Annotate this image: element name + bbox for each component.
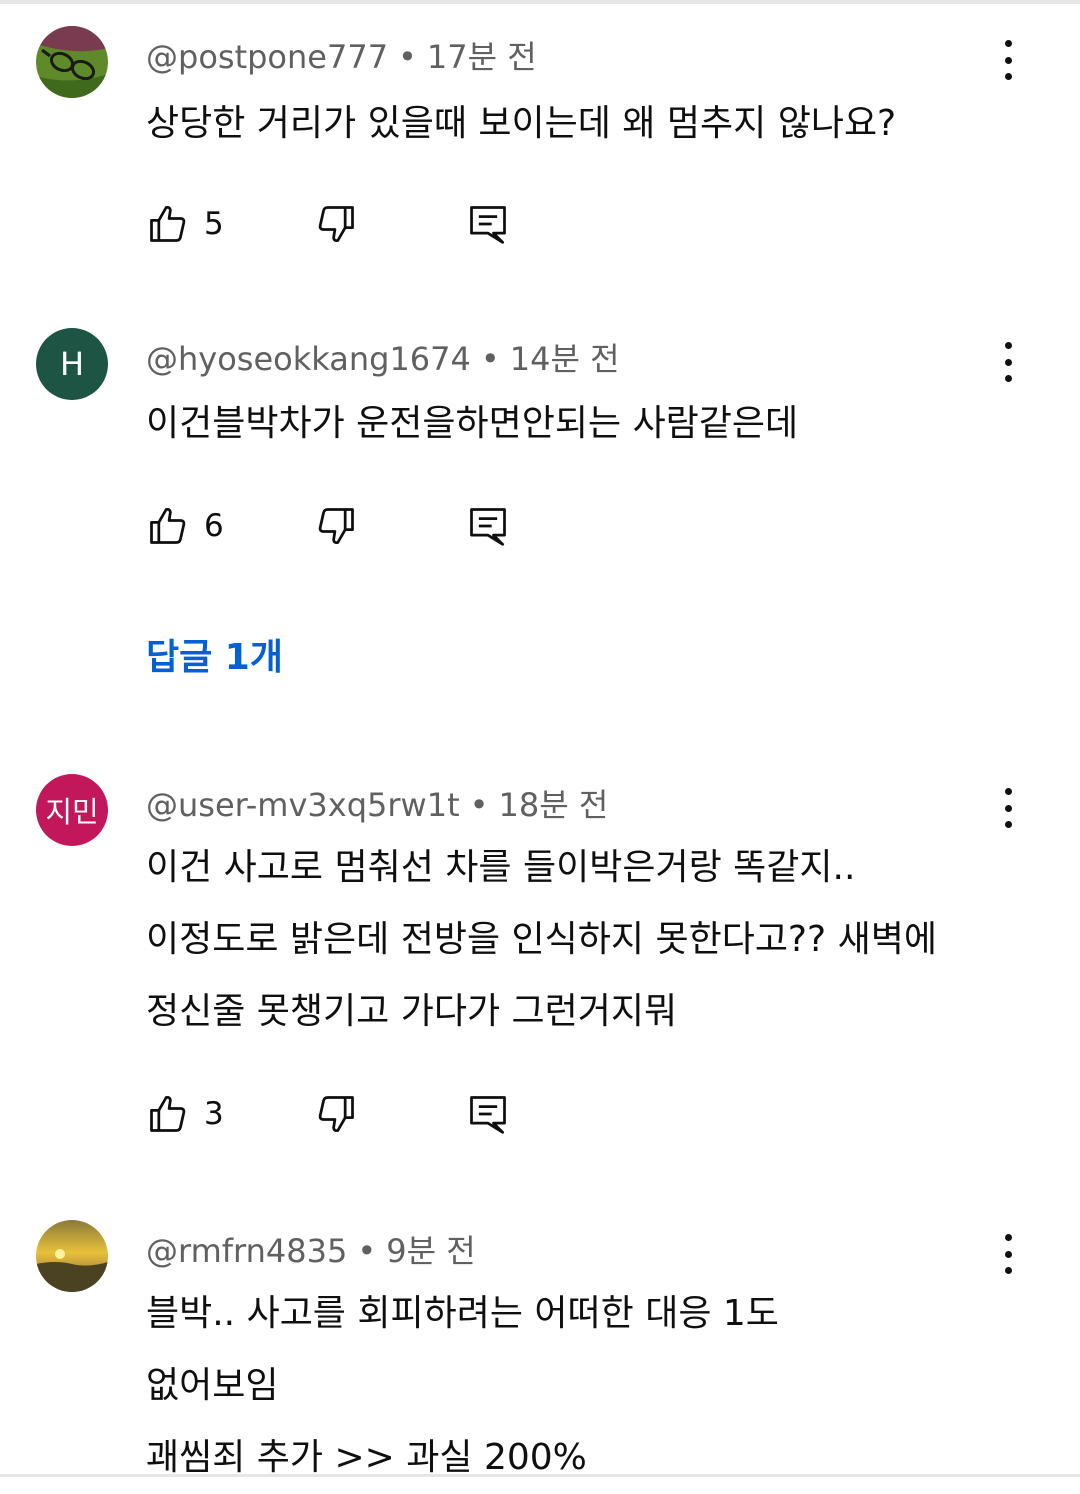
more-vert-icon <box>1004 788 1012 795</box>
comment-meta: @hyoseokkang1674 • 14분 전 <box>146 334 620 380</box>
like-button[interactable]: 6 <box>146 502 224 550</box>
thumb-down-icon <box>318 1096 354 1133</box>
avatar-letter: 지민 <box>45 795 99 829</box>
comment-text: 이건블박차가 운전을하면안되는 사람같은데 <box>146 388 798 460</box>
glasses-avatar-icon <box>36 26 108 98</box>
comment-text-line: 블박.. 사고를 회피하려는 어떠한 대응 1도 <box>146 1293 779 1334</box>
dislike-button[interactable] <box>314 502 358 550</box>
reply-button[interactable] <box>466 502 510 550</box>
comment-meta: @postpone777 • 17분 전 <box>146 32 537 78</box>
avatar[interactable] <box>36 1220 108 1292</box>
more-vert-icon <box>1004 1234 1012 1241</box>
sunset-avatar-icon <box>36 1220 108 1292</box>
comment-author[interactable]: @postpone777 <box>146 38 388 76</box>
comment-time: 14분 전 <box>509 340 620 378</box>
comment-text: 블박.. 사고를 회피하려는 어떠한 대응 1도 없어보임 괘씸죄 추가 >> … <box>146 1278 779 1494</box>
thumb-down-icon <box>318 508 354 545</box>
comment-text-line: 이정도로 밝은데 전방을 인식하지 못한다고?? 새벽에 <box>146 919 937 960</box>
comment-text-line: 상당한 거리가 있을때 보이는데 왜 멈추지 않나요? <box>146 103 897 144</box>
comment-text-line: 괘씸죄 추가 >> 과실 200% <box>146 1437 587 1478</box>
like-button[interactable]: 5 <box>146 200 224 248</box>
meta-separator: • <box>357 1232 377 1270</box>
more-options-button[interactable] <box>992 342 1024 382</box>
view-replies-link[interactable]: 답글 1개 <box>146 628 283 680</box>
like-count: 5 <box>204 206 224 242</box>
comment-time: 17분 전 <box>426 38 537 76</box>
avatar[interactable] <box>36 26 108 98</box>
comment-text: 상당한 거리가 있을때 보이는데 왜 멈추지 않나요? <box>146 88 896 160</box>
reply-comment-icon <box>470 1096 506 1134</box>
reply-button[interactable] <box>466 1090 510 1138</box>
comment-meta: @rmfrn4835 • 9분 전 <box>146 1226 476 1272</box>
avatar[interactable]: 지민 <box>36 774 108 846</box>
comment-author[interactable]: @user-mv3xq5rw1t <box>146 786 460 824</box>
comment-meta: @user-mv3xq5rw1t • 18분 전 <box>146 780 608 826</box>
comment-time: 18분 전 <box>498 786 609 824</box>
thumb-up-icon <box>150 205 186 242</box>
more-options-button[interactable] <box>992 40 1024 80</box>
reply-button[interactable] <box>466 200 510 248</box>
comment-text-line: 정신줄 못챙기고 가다가 그런거지뭐 <box>146 991 678 1032</box>
meta-separator: • <box>469 786 489 824</box>
comment-actions: 6 <box>146 502 646 550</box>
avatar[interactable]: H <box>36 328 108 400</box>
comment-time: 9분 전 <box>386 1232 476 1270</box>
comment-actions: 5 <box>146 200 646 248</box>
thumb-down-icon <box>318 206 354 243</box>
comment-text-line: 이건 사고로 멈춰선 차를 들이박은거랑 똑같지.. <box>146 847 856 888</box>
more-options-button[interactable] <box>992 1234 1024 1274</box>
thumb-up-icon <box>150 1095 186 1132</box>
like-button[interactable]: 3 <box>146 1090 224 1138</box>
top-divider <box>0 0 1080 4</box>
meta-separator: • <box>398 38 417 76</box>
comment-text: 이건 사고로 멈춰선 차를 들이박은거랑 똑같지.. 이정도로 밝은데 전방을 … <box>146 832 937 1048</box>
reply-comment-icon <box>470 206 506 244</box>
meta-separator: • <box>480 340 500 378</box>
comment-text-line: 이건블박차가 운전을하면안되는 사람같은데 <box>146 403 799 444</box>
thumb-up-icon <box>150 507 186 544</box>
avatar-letter: H <box>59 345 85 383</box>
comment-actions: 3 <box>146 1090 646 1138</box>
comment-text-line: 없어보임 <box>146 1365 279 1406</box>
comment-author[interactable]: @rmfrn4835 <box>146 1232 347 1270</box>
comment-author[interactable]: @hyoseokkang1674 <box>146 340 471 378</box>
like-count: 6 <box>204 508 224 544</box>
more-options-button[interactable] <box>992 788 1024 828</box>
more-vert-icon <box>1004 40 1012 47</box>
more-vert-icon <box>1004 342 1012 349</box>
like-count: 3 <box>204 1096 224 1132</box>
reply-comment-icon <box>470 508 506 546</box>
dislike-button[interactable] <box>314 200 358 248</box>
dislike-button[interactable] <box>314 1090 358 1138</box>
